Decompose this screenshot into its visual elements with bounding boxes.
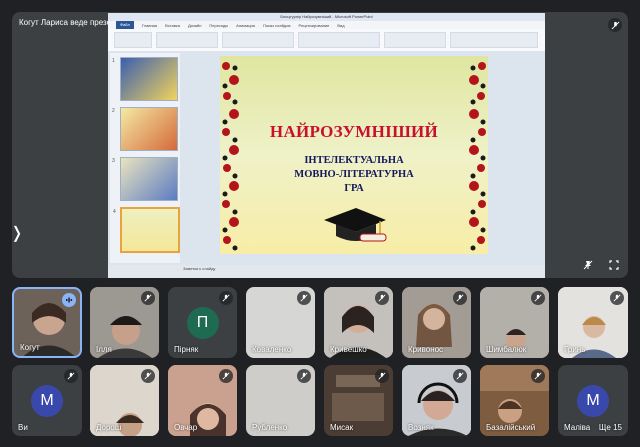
participant-name: Шимбалюк [486,345,527,354]
fullscreen-icon[interactable] [604,255,624,275]
current-slide: НАЙРОЗУМНІШИЙ ІНТЕЛЕКТУАЛЬНА МОВНО-ЛІТЕР… [220,56,488,254]
ribbon-tab: Вставка [165,22,180,28]
slide-subtitle-line: ГРА [344,183,364,194]
mic-off-icon [375,369,389,383]
thumbnail-number: 2 [112,108,115,114]
presentation-stage[interactable]: Когут Лариса веде презентацію Блицтурнір… [12,12,628,278]
slide-subtitle-line: МОВНО-ЛІТЕРАТУРНА [294,169,414,180]
slide-subtitle-line: ІНТЕЛЕКТУАЛЬНА [304,155,404,166]
ribbon-tab: Файл [116,21,134,29]
ribbon-tab: Переходы [209,22,229,28]
mic-off-icon [531,369,545,383]
mic-off-icon [375,291,389,305]
notes-pane: Заметки к слайду [108,265,545,278]
participant-tile[interactable]: Коваленко [246,287,315,358]
thumbnail-number: 3 [112,158,115,164]
participant-tile[interactable]: Мисак [324,365,393,436]
editor-area: 1 2 3 4 НАЙРОЗУМНІШИЙ ІНТЕЛЕКТУАЛЬНА МОВ… [108,51,545,265]
mic-off-icon [141,291,155,305]
slide-thumbnail: 1 [112,57,178,101]
graduation-cap-icon [324,208,387,242]
more-participants-tile[interactable]: M Маліва Ще 15 [558,365,628,436]
avatar: M [31,384,63,417]
slide-thumbnail: 3 [112,157,178,201]
participant-name: Возняк [408,423,434,432]
mic-off-icon [610,291,624,305]
ribbon-tab: Главная [141,22,158,28]
mic-off-icon [453,291,467,305]
ribbon-tab: Вид [337,22,345,28]
mic-off-icon [219,291,233,305]
participant-tile[interactable]: Возняк [402,365,471,436]
participant-tile[interactable]: Гринь [558,287,628,358]
ribbon [108,29,545,52]
more-participants-count: Ще 15 [598,423,622,432]
thumbnail-number: 4 [113,209,116,215]
avatar: П [186,306,219,339]
participant-name: Кривонос [408,345,444,354]
ribbon-tab: Рецензирование [298,22,330,28]
notes-placeholder: Заметки к слайду [183,266,216,271]
participant-name: Когут [20,343,40,352]
mic-off-icon [219,369,233,383]
participant-name: Ви [18,423,28,432]
participant-name: Кривешко [330,345,367,354]
participant-tile[interactable]: Ілля [90,287,159,358]
slide-thumbnails: 1 2 3 4 [110,53,180,263]
participant-name: Коваленко [252,345,292,354]
thumbnail-number: 1 [112,58,115,64]
mic-off-icon [297,291,311,305]
slide-thumbnail: 4 [113,207,180,253]
participant-tile[interactable]: Шимбалюк [480,287,549,358]
participant-name: Мисак [330,423,354,432]
participant-name: Пірняк [174,345,199,354]
participant-name: Рубленко [252,423,288,432]
participant-tile[interactable]: Рубленко [246,365,315,436]
participant-tile[interactable]: Дорош [90,365,159,436]
participant-tile[interactable]: Кривонос [402,287,471,358]
participant-name: Овчар [174,423,198,432]
participant-tile[interactable]: Овчар [168,365,237,436]
participant-tile[interactable]: Кривешко [324,287,393,358]
mic-off-icon [141,369,155,383]
avatar: M [577,384,609,417]
mic-off-icon [297,369,311,383]
mic-off-icon [453,369,467,383]
ribbon-tab: Показ слайдов [262,22,291,28]
participant-tile[interactable]: M Ви [12,365,82,436]
slide-thumbnail: 2 [112,107,178,151]
slide-title: НАЙРОЗУМНІШИЙ [269,122,439,141]
ribbon-tab: Анимация [236,22,255,28]
unpin-icon[interactable] [578,255,598,275]
participant-name: Ілля [96,345,112,354]
participant-name: Гринь [564,345,586,354]
participant-tile[interactable]: Когут [12,287,82,358]
participant-tile[interactable]: Базалійський [480,365,549,436]
participant-name: Маліва [564,423,591,432]
mic-off-icon [531,291,545,305]
mic-off-icon [64,369,78,383]
speaking-indicator-icon [62,293,76,307]
chevron-right-icon[interactable]: ❭ [12,211,24,255]
ribbon-tabs: Файл Главная Вставка Дизайн Переходы Ани… [108,21,545,29]
participant-name: Дорош [96,423,122,432]
ribbon-tab: Дизайн [187,22,202,28]
mic-off-icon [608,18,622,32]
shared-screen: Блицтурнір Найрозумніший - Microsoft Pow… [108,13,545,278]
participant-name: Базалійський [486,423,536,432]
window-title: Блицтурнір Найрозумніший - Microsoft Pow… [108,13,545,21]
participant-tile[interactable]: П Пірняк [168,287,237,358]
